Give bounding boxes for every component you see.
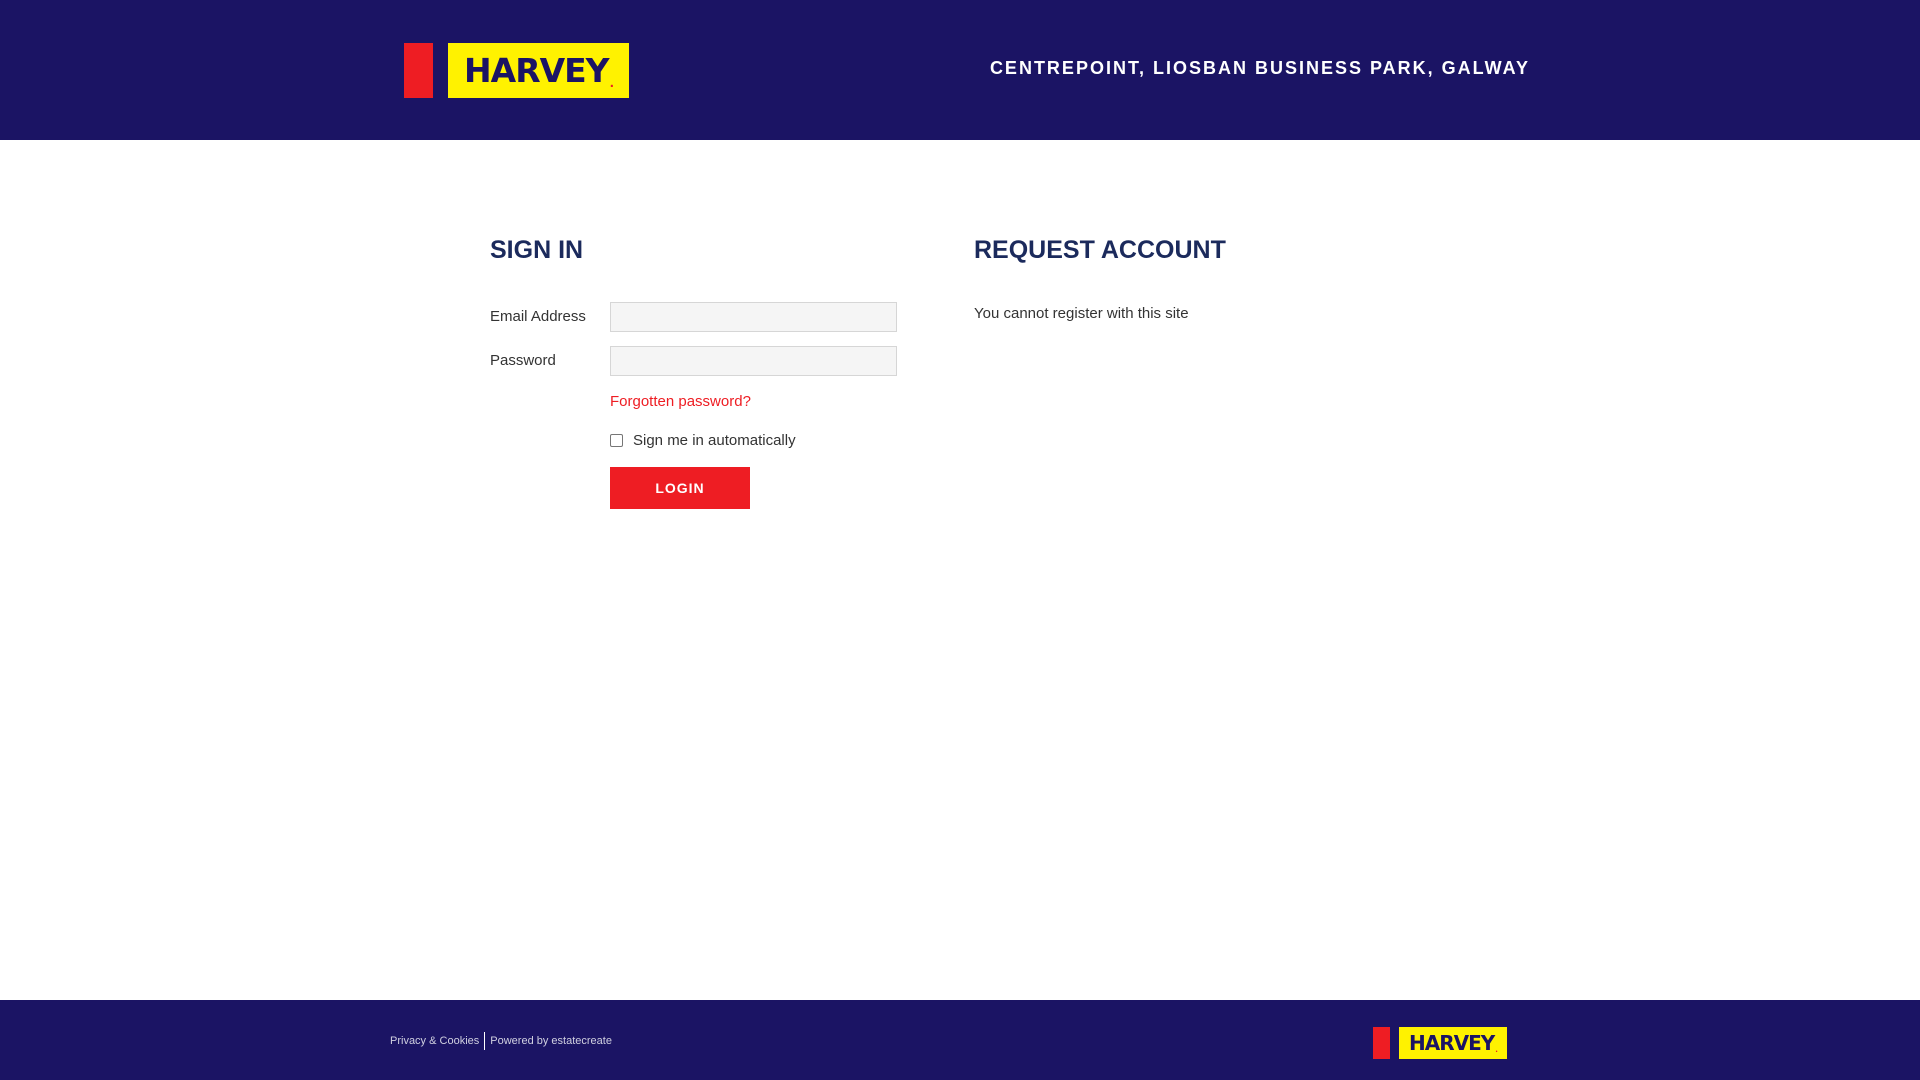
password-label: Password xyxy=(490,352,556,369)
footer-harvey-logo[interactable]: HARVEY. xyxy=(1373,1027,1507,1059)
email-label: Email Address xyxy=(490,308,586,325)
forgotten-password-link[interactable]: Forgotten password? xyxy=(610,393,751,410)
privacy-cookies-link[interactable]: Privacy & Cookies xyxy=(390,1035,479,1047)
email-field[interactable] xyxy=(610,302,897,332)
logo-plate: HARVEY. xyxy=(448,43,629,98)
request-account-heading: REQUEST ACCOUNT xyxy=(974,236,1226,264)
footer-links: Privacy & Cookies Powered by estatecreat… xyxy=(390,1032,612,1050)
footer-logo-plate: HARVEY. xyxy=(1399,1027,1507,1059)
footer-logo-text: HARVEY xyxy=(1409,1031,1495,1055)
harvey-logo[interactable]: HARVEY. xyxy=(404,43,629,98)
login-button[interactable]: LOGIN xyxy=(610,467,750,509)
site-footer: Privacy & Cookies Powered by estatecreat… xyxy=(0,1000,1920,1080)
sign-in-heading: SIGN IN xyxy=(490,236,584,264)
remember-me-row: Sign me in automatically xyxy=(610,432,796,449)
request-account-message: You cannot register with this site xyxy=(974,305,1189,322)
logo-text: HARVEY xyxy=(464,51,610,90)
footer-logo-red-bar xyxy=(1373,1027,1390,1059)
powered-by-link[interactable]: Powered by estatecreate xyxy=(490,1035,612,1047)
office-address: CENTREPOINT, LIOSBAN BUSINESS PARK, GALW… xyxy=(989,58,1530,78)
logo-red-bar xyxy=(404,43,433,98)
password-field[interactable] xyxy=(610,346,897,376)
remember-me-label[interactable]: Sign me in automatically xyxy=(633,432,796,449)
remember-me-checkbox[interactable] xyxy=(610,434,623,447)
logo-dot: . xyxy=(609,75,615,90)
footer-divider xyxy=(484,1032,486,1050)
site-header: HARVEY. CENTREPOINT, LIOSBAN BUSINESS PA… xyxy=(0,0,1920,140)
footer-logo-dot: . xyxy=(1495,1046,1498,1055)
